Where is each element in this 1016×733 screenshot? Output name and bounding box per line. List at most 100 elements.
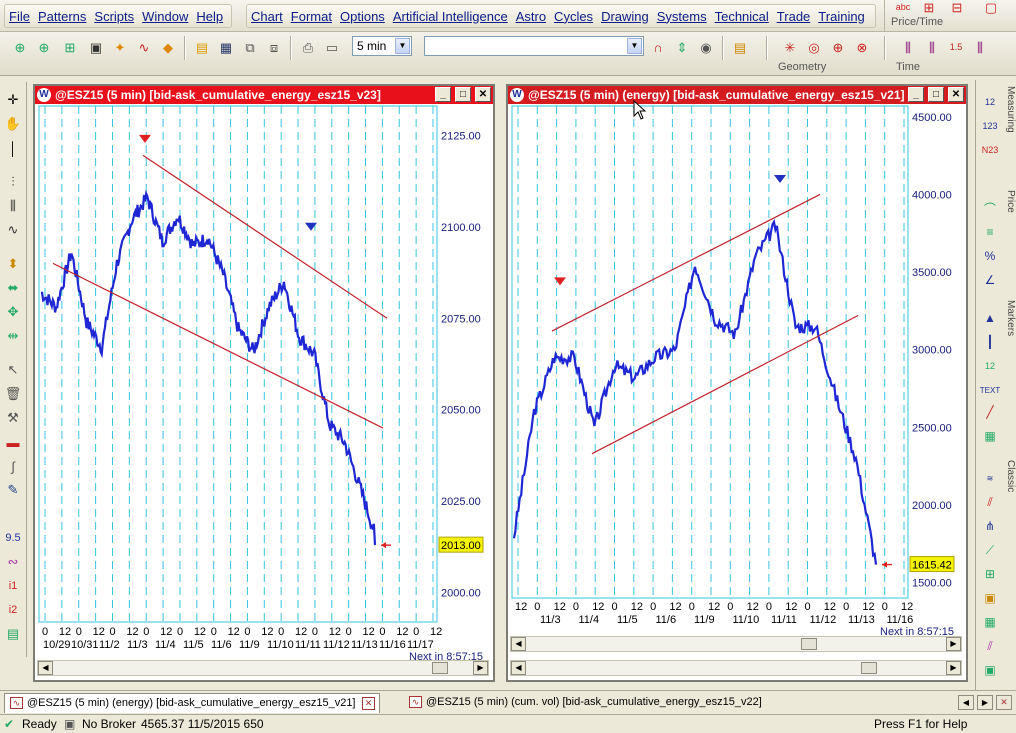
menu-artificial-intelligence[interactable]: Artificial Intelligence bbox=[393, 9, 508, 24]
tab-close-all-icon[interactable]: ✕ bbox=[996, 695, 1012, 710]
minimize-icon[interactable]: _ bbox=[435, 87, 451, 102]
move-icon[interactable]: ✥ bbox=[3, 302, 23, 322]
split-icon[interactable]: ⇹ bbox=[3, 326, 23, 346]
percent-icon[interactable]: % bbox=[979, 246, 1001, 266]
close-icon[interactable]: ✕ bbox=[475, 87, 491, 102]
eye-icon[interactable]: ◉ bbox=[696, 37, 716, 57]
menu-file[interactable]: File bbox=[9, 9, 30, 24]
scroll-right-icon[interactable]: ▶ bbox=[473, 661, 488, 675]
menu-format[interactable]: Format bbox=[291, 9, 332, 24]
wave-2-icon[interactable]: i2 bbox=[3, 600, 23, 620]
measure-123-icon[interactable]: 123 bbox=[979, 116, 1001, 136]
minimize-icon[interactable]: _ bbox=[908, 87, 924, 102]
diagonal-lines-icon[interactable]: ⫽ bbox=[979, 636, 1001, 656]
box-icon[interactable]: ▣ bbox=[979, 588, 1001, 608]
open-folder-icon[interactable]: ▤ bbox=[192, 37, 212, 57]
mini-chart-icon[interactable]: ▤ bbox=[3, 624, 23, 644]
abc-icon[interactable]: abc bbox=[893, 0, 913, 17]
gann-fan-icon[interactable]: ✳ bbox=[780, 37, 800, 57]
parallel-lines-icon[interactable]: ⫽ bbox=[979, 492, 1001, 512]
tab-close-icon[interactable]: ✕ bbox=[362, 697, 375, 710]
measure-icon[interactable]: ⊞ bbox=[919, 0, 939, 17]
menu-training[interactable]: Training bbox=[818, 9, 865, 24]
new-chart-icon[interactable]: ⊕ bbox=[10, 37, 30, 57]
fan-icon[interactable]: ⟋ bbox=[979, 540, 1001, 560]
paste-icon[interactable]: ⧈ bbox=[264, 37, 284, 57]
zoom-vertical-icon[interactable]: ⬍ bbox=[3, 254, 23, 274]
tab-scroll-right-icon[interactable]: ▶ bbox=[977, 695, 993, 710]
menu-help[interactable]: Help bbox=[196, 9, 223, 24]
spiral-grid-icon[interactable]: ▦ bbox=[979, 612, 1001, 632]
geometry-icon[interactable]: ⊗ bbox=[852, 37, 872, 57]
chart-type-icon[interactable]: ∿ bbox=[134, 37, 154, 57]
symbol-select[interactable]: ▼ bbox=[424, 36, 644, 56]
horizontal-scrollbar[interactable]: ◀ ▶ bbox=[37, 660, 489, 676]
time-bars-icon[interactable]: ⫼ bbox=[898, 37, 918, 57]
print-icon[interactable]: ⎙ bbox=[298, 37, 318, 57]
tab-energy-v21[interactable]: ∿ @ESZ15 (5 min) (energy) [bid-ask_cumul… bbox=[4, 693, 380, 713]
tab-cum-vol-v22[interactable]: ∿ @ESZ15 (5 min) (cum. vol) [bid-ask_cum… bbox=[404, 693, 784, 713]
zoom-horizontal-icon[interactable]: ⬌ bbox=[3, 278, 23, 298]
scroll-thumb[interactable] bbox=[861, 662, 877, 674]
chevron-down-icon[interactable]: ▼ bbox=[395, 38, 410, 54]
marker-up-icon[interactable]: ▲ bbox=[979, 308, 1001, 328]
candles-icon[interactable]: ⫼ bbox=[3, 196, 23, 216]
menu-patterns[interactable]: Patterns bbox=[38, 9, 86, 24]
save-icon[interactable]: ▦ bbox=[216, 37, 236, 57]
magnet-icon[interactable]: ∩ bbox=[648, 37, 668, 57]
menu-drawing[interactable]: Drawing bbox=[601, 9, 649, 24]
monitor-icon[interactable]: ▣ bbox=[86, 37, 106, 57]
fib-time-icon[interactable]: 1.5 bbox=[946, 37, 966, 57]
bars-icon[interactable]: ⫶ bbox=[3, 172, 23, 192]
scroll-right-icon[interactable]: ▶ bbox=[946, 637, 961, 651]
square-grid-icon[interactable]: ⊞ bbox=[979, 564, 1001, 584]
menu-scripts[interactable]: Scripts bbox=[94, 9, 134, 24]
copy-icon[interactable]: ⧉ bbox=[240, 37, 260, 57]
hand-icon[interactable]: ✋ bbox=[3, 114, 23, 134]
chart-title-bar[interactable]: W @ESZ15 (5 min) (energy) [bid-ask_cumul… bbox=[508, 86, 966, 104]
measure-n23-icon[interactable]: N23 bbox=[979, 140, 1001, 160]
chart-window-right[interactable]: W @ESZ15 (5 min) (energy) [bid-ask_cumul… bbox=[506, 84, 968, 682]
time-cycles-icon[interactable]: ⫼ bbox=[970, 37, 990, 57]
scroll-left-icon[interactable]: ◀ bbox=[511, 637, 526, 651]
crosshair-circle-icon[interactable]: ⊕ bbox=[828, 37, 848, 57]
pen-icon[interactable]: ✎ bbox=[3, 480, 23, 500]
crosshair-icon[interactable]: ✛ bbox=[3, 90, 23, 110]
maximize-icon[interactable]: □ bbox=[455, 87, 471, 102]
zoom-in-icon[interactable]: ⊕ bbox=[34, 37, 54, 57]
price-up-icon[interactable]: ⌒ bbox=[979, 198, 1001, 218]
scroll-left-icon[interactable]: ◀ bbox=[38, 661, 53, 675]
menu-astro[interactable]: Astro bbox=[516, 9, 546, 24]
tools-icon[interactable]: ⚒ bbox=[3, 408, 23, 428]
menu-cycles[interactable]: Cycles bbox=[554, 9, 593, 24]
wizard-icon[interactable]: ✦ bbox=[110, 37, 130, 57]
window-icon[interactable]: ▢ bbox=[981, 0, 1001, 17]
close-icon[interactable]: ✕ bbox=[948, 87, 964, 102]
cycle-icon[interactable]: ◆ bbox=[158, 37, 178, 57]
scroll-right-icon[interactable]: ▶ bbox=[946, 661, 961, 675]
menu-technical[interactable]: Technical bbox=[715, 9, 769, 24]
circle-target-icon[interactable]: ◎ bbox=[804, 37, 824, 57]
concentric-square-icon[interactable]: ▣ bbox=[979, 660, 1001, 680]
up-down-arrows-icon[interactable]: ⇕ bbox=[672, 37, 692, 57]
scroll-thumb[interactable] bbox=[801, 638, 817, 650]
trend-line-icon[interactable]: ╱ bbox=[979, 402, 1001, 422]
price-curve-icon[interactable]: ∠ bbox=[979, 270, 1001, 290]
scroll-left-icon[interactable]: ◀ bbox=[511, 661, 526, 675]
channel-ar-icon[interactable]: ≋ bbox=[979, 468, 1001, 488]
menu-options[interactable]: Options bbox=[340, 9, 385, 24]
tab-scroll-left-icon[interactable]: ◀ bbox=[958, 695, 974, 710]
grid-icon[interactable]: ▦ bbox=[979, 426, 1001, 446]
text-tool-icon[interactable]: TEXT bbox=[979, 380, 1001, 400]
marker-line-icon[interactable]: ┃ bbox=[979, 332, 1001, 352]
interval-select[interactable]: 5 min ▼ bbox=[352, 36, 412, 56]
preview-icon[interactable]: ▭ bbox=[322, 37, 342, 57]
layout-icon[interactable]: ▤ bbox=[730, 37, 750, 57]
wave-1-icon[interactable]: i1 bbox=[3, 576, 23, 596]
chart-window-left[interactable]: W @ESZ15 (5 min) [bid-ask_cumulative_ene… bbox=[33, 84, 495, 682]
pitchfork-icon[interactable]: ⋔ bbox=[979, 516, 1001, 536]
pointer-icon[interactable]: ↖ bbox=[3, 360, 23, 380]
chart-left-plot[interactable]: 2125.00 2100.00 2075.00 2050.00 2025.00 2000.… bbox=[35, 104, 493, 662]
curve-icon[interactable]: ∫ bbox=[3, 456, 23, 476]
menu-trade[interactable]: Trade bbox=[777, 9, 811, 24]
